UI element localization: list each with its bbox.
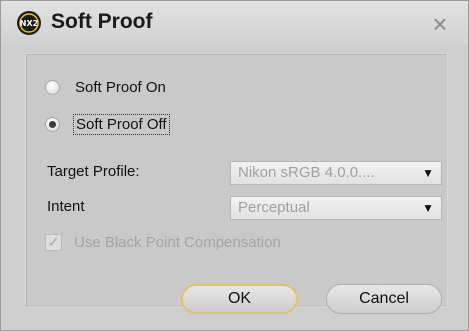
target-profile-select[interactable]: Nikon sRGB 4.0.0.... ▼ [230, 161, 442, 185]
soft-proof-dialog: NX2 Soft Proof × Soft Proof On Soft Proo… [0, 0, 469, 331]
chevron-down-icon: ▼ [422, 201, 434, 215]
black-point-checkbox[interactable]: ✓ [45, 234, 62, 251]
intent-label: Intent [47, 198, 85, 215]
radio-button-on[interactable] [45, 79, 60, 95]
soft-proof-off-label[interactable]: Soft Proof Off [73, 113, 170, 135]
soft-proof-on-label[interactable]: Soft Proof On [73, 78, 168, 97]
intent-select[interactable]: Perceptual ▼ [230, 196, 442, 220]
close-icon[interactable]: × [427, 11, 453, 37]
nx2-logo-text: NX2 [20, 19, 38, 28]
chevron-down-icon: ▼ [422, 166, 434, 180]
nx2-logo-icon: NX2 [17, 11, 41, 35]
target-profile-label: Target Profile: [47, 163, 140, 180]
dialog-title: Soft Proof [51, 10, 153, 33]
black-point-compensation-row[interactable]: ✓ Use Black Point Compensation [45, 234, 281, 251]
radio-soft-proof-on[interactable]: Soft Proof On [45, 75, 168, 99]
target-profile-value: Nikon sRGB 4.0.0.... [238, 164, 375, 181]
title-bar[interactable]: NX2 Soft Proof × [1, 1, 468, 44]
intent-value: Perceptual [238, 199, 310, 216]
radio-button-off[interactable] [45, 116, 60, 132]
cancel-button[interactable]: Cancel [326, 284, 442, 314]
radio-soft-proof-off[interactable]: Soft Proof Off [45, 112, 170, 136]
ok-button[interactable]: OK [181, 284, 298, 314]
black-point-label: Use Black Point Compensation [74, 234, 281, 251]
